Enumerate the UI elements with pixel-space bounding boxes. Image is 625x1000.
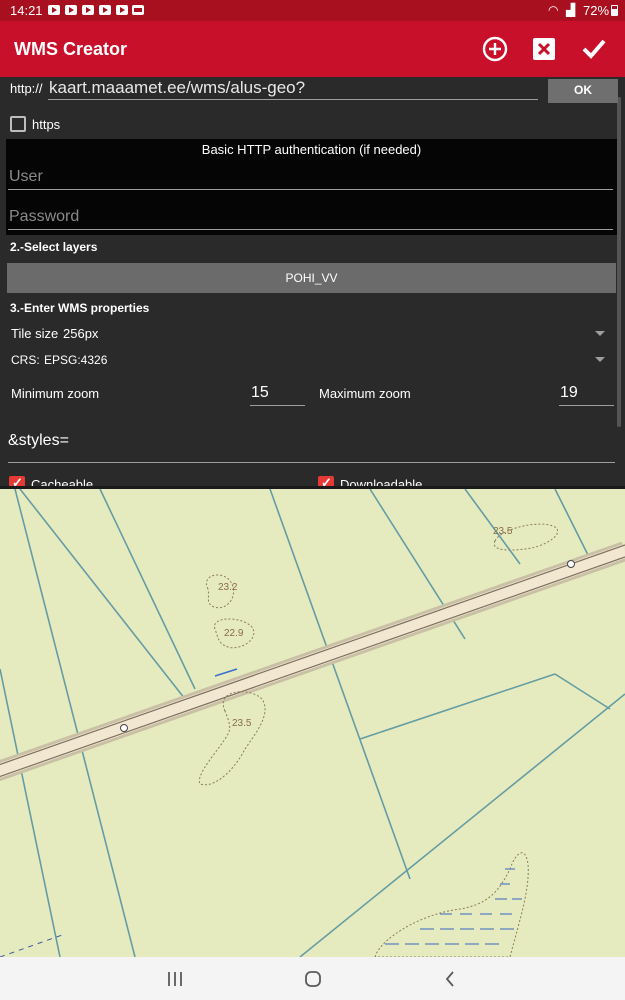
- app-bar: WMS Creator: [0, 21, 625, 77]
- tile-size-label: Tile size: [11, 326, 59, 341]
- select-layers-heading: 2.-Select layers: [10, 240, 98, 254]
- signal-icon: ▟: [566, 3, 576, 17]
- youtube-notification-icon: [82, 5, 94, 15]
- elevation-label: 22.9: [224, 628, 244, 639]
- tile-size-select[interactable]: 256px: [63, 326, 98, 341]
- android-navigation-bar: [0, 957, 625, 1000]
- elevation-label: 23.2: [218, 582, 238, 593]
- map-point-marker: [567, 560, 575, 568]
- crs-dropdown-icon[interactable]: [595, 357, 605, 362]
- tile-size-dropdown-icon[interactable]: [595, 331, 605, 336]
- battery-percent: 72%: [583, 3, 610, 18]
- wifi-icon: ◠: [548, 3, 559, 17]
- url-input[interactable]: kaart.maaamet.ee/wms/alus-geo?: [49, 78, 305, 98]
- auth-heading: Basic HTTP authentication (if needed): [201, 142, 422, 157]
- elevation-label: 23.5: [493, 526, 513, 537]
- user-underline: [8, 189, 613, 190]
- youtube-notification-icon: [116, 5, 128, 15]
- ok-button[interactable]: OK: [548, 79, 618, 103]
- status-time: 14:21: [10, 3, 43, 18]
- password-underline: [8, 229, 613, 230]
- back-icon[interactable]: [444, 971, 456, 987]
- scrollbar[interactable]: [617, 97, 621, 427]
- crs-select[interactable]: EPSG:4326: [44, 353, 107, 367]
- auth-box: Basic HTTP authentication (if needed) Us…: [6, 139, 617, 235]
- max-zoom-label: Maximum zoom: [319, 386, 411, 401]
- https-checkbox[interactable]: [10, 116, 26, 132]
- youtube-notification-icon: [65, 5, 77, 15]
- styles-input[interactable]: &styles=: [8, 432, 69, 450]
- max-zoom-input[interactable]: 19: [560, 384, 578, 402]
- url-prefix: http://: [10, 81, 43, 96]
- wms-properties-heading: 3.-Enter WMS properties: [10, 301, 150, 315]
- cacheable-checkbox[interactable]: [9, 475, 25, 486]
- recent-apps-icon[interactable]: [167, 971, 183, 987]
- image-notification-icon: [132, 5, 144, 15]
- youtube-notification-icon: [99, 5, 111, 15]
- map-point-marker: [120, 724, 128, 732]
- https-label: https: [32, 117, 61, 132]
- confirm-check-icon[interactable]: [580, 35, 608, 63]
- layer-select-button[interactable]: POHI_VV: [7, 263, 616, 293]
- downloadable-checkbox[interactable]: [318, 475, 334, 486]
- password-input[interactable]: Password: [9, 208, 79, 226]
- map-canvas[interactable]: 23.5 23.2 22.9 23.5: [0, 489, 625, 957]
- min-zoom-input[interactable]: 15: [251, 384, 269, 402]
- home-icon[interactable]: [304, 970, 322, 988]
- downloadable-label: Downloadable: [340, 477, 423, 489]
- youtube-notification-icon: [48, 5, 60, 15]
- cancel-icon[interactable]: [530, 35, 558, 63]
- url-input-underline: [48, 99, 538, 100]
- add-icon[interactable]: [481, 35, 509, 63]
- status-bar: 14:21 ◠ ▟ 72%: [0, 0, 625, 21]
- elevation-label: 23.5: [232, 718, 252, 729]
- wms-settings-panel: http:// kaart.maaamet.ee/wms/alus-geo? O…: [0, 77, 625, 489]
- user-input[interactable]: User: [9, 168, 43, 186]
- crs-label: CRS:: [11, 353, 40, 367]
- app-title: WMS Creator: [14, 39, 128, 59]
- min-zoom-underline: [250, 405, 305, 406]
- max-zoom-underline: [559, 405, 614, 406]
- min-zoom-label: Minimum zoom: [11, 386, 100, 401]
- styles-underline: [8, 462, 615, 463]
- battery-icon: [611, 5, 618, 16]
- cacheable-label: Cacheable: [31, 477, 94, 489]
- map-view[interactable]: 23.5 23.2 22.9 23.5: [0, 489, 625, 957]
